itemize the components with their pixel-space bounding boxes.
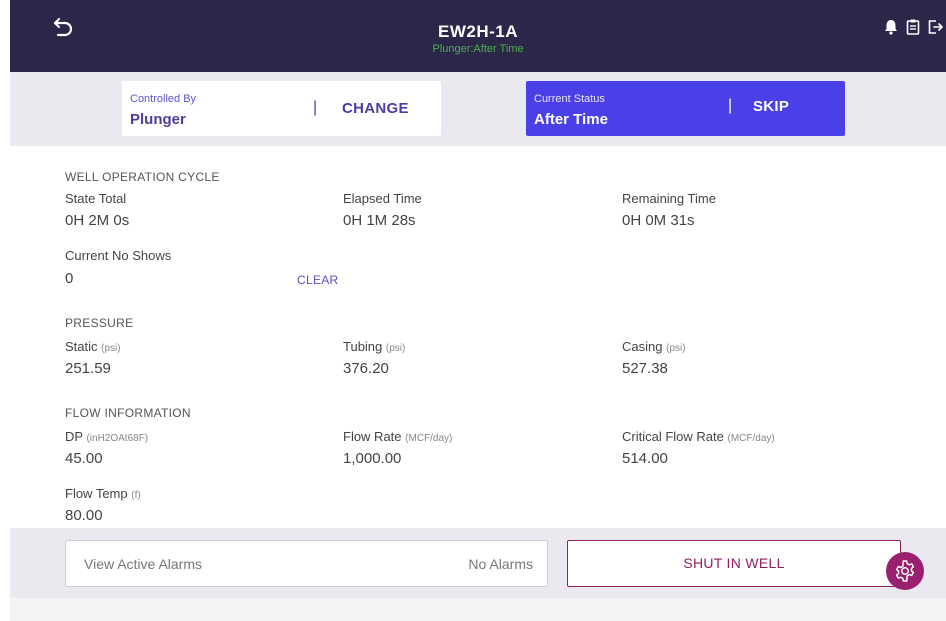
elapsed-time-label: Elapsed Time [343,191,422,206]
no-shows-value: 0 [65,270,74,287]
casing-unit: (psi) [666,343,686,354]
flow-temp-value: 80.00 [65,507,103,524]
casing-label-text: Casing [622,339,663,354]
elapsed-time-value: 0H 1M 28s [343,212,416,229]
section-title-pressure: PRESSURE [65,316,134,330]
tubing-unit: (psi) [385,343,406,354]
critical-flow-rate-value: 514.00 [622,450,668,467]
dp-value: 45.00 [65,450,103,467]
controlled-by-label: Controlled By [130,93,197,105]
controlled-by-card: Controlled By Plunger | CHANGE [122,81,441,136]
remaining-time-value: 0H 0M 31s [622,212,695,229]
gear-icon [895,560,915,582]
logout-icon[interactable] [926,18,944,36]
casing-value: 527.38 [622,360,668,377]
section-title-cycle: WELL OPERATION CYCLE [65,170,220,184]
flow-temp-unit: (f) [131,490,141,501]
bottom-bar: View Active Alarms No Alarms SHUT IN WEL… [10,528,946,598]
settings-button[interactable] [886,552,924,590]
remaining-time-label: Remaining Time [622,191,716,206]
flow-rate-label: Flow Rate (MCF/day) [343,429,452,444]
divider: | [313,99,318,116]
static-unit: (psi) [101,343,121,354]
view-active-alarms-button[interactable]: View Active Alarms No Alarms [65,540,548,587]
tubing-label-text: Tubing [343,339,383,354]
dp-unit: (inH2OAt68F) [86,433,149,444]
dp-label-text: DP [65,429,83,444]
flow-rate-value: 1,000.00 [343,450,402,467]
state-total-value: 0H 2M 0s [65,212,130,229]
clipboard-icon[interactable] [904,18,922,36]
clear-button[interactable]: CLEAR [297,273,339,287]
no-shows-label: Current No Shows [65,248,172,263]
static-label-text: Static [65,339,98,354]
shut-in-well-button[interactable]: SHUT IN WELL [567,540,901,587]
app-header: EW2H-1A Plunger:After Time [10,0,946,72]
section-title-flow: FLOW INFORMATION [65,406,191,420]
casing-label: Casing (psi) [622,339,686,354]
current-status-card: Current Status After Time | SKIP [526,81,845,136]
page: EW2H-1A Plunger:After Time Controlled By… [0,0,946,621]
controlled-by-value: Plunger [130,111,186,128]
flow-temp-label-text: Flow Temp [65,486,128,501]
state-total-label: State Total [65,191,127,206]
flow-temp-label: Flow Temp (f) [65,486,141,501]
skip-button[interactable]: SKIP [753,98,789,115]
critical-flow-rate-label: Critical Flow Rate (MCF/day) [622,429,775,444]
header-actions [882,18,944,36]
left-edge [0,0,10,621]
well-subtitle: Plunger:After Time [432,43,524,55]
well-title: EW2H-1A [437,22,518,41]
alarms-count: No Alarms [468,556,533,572]
flow-rate-unit: (MCF/day) [405,433,453,444]
dp-label: DP (inH2OAt68F) [65,429,148,444]
static-label: Static (psi) [65,339,121,354]
flow-rate-label-text: Flow Rate [343,429,402,444]
critical-flow-rate-unit: (MCF/day) [727,433,775,444]
tubing-value: 376.20 [343,360,389,377]
current-status-label: Current Status [534,93,605,105]
change-button[interactable]: CHANGE [342,100,409,117]
static-value: 251.59 [65,360,111,377]
alarms-label: View Active Alarms [84,556,203,572]
bell-icon[interactable] [882,18,900,36]
footer [10,598,946,621]
well-details: WELL OPERATION CYCLE State Total 0H 2M 0… [10,146,946,528]
control-bar: Controlled By Plunger | CHANGE Current S… [10,72,946,146]
divider: | [728,97,733,114]
tubing-label: Tubing (psi) [343,339,405,354]
critical-flow-rate-label-text: Critical Flow Rate [622,429,724,444]
current-status-value: After Time [534,111,608,128]
